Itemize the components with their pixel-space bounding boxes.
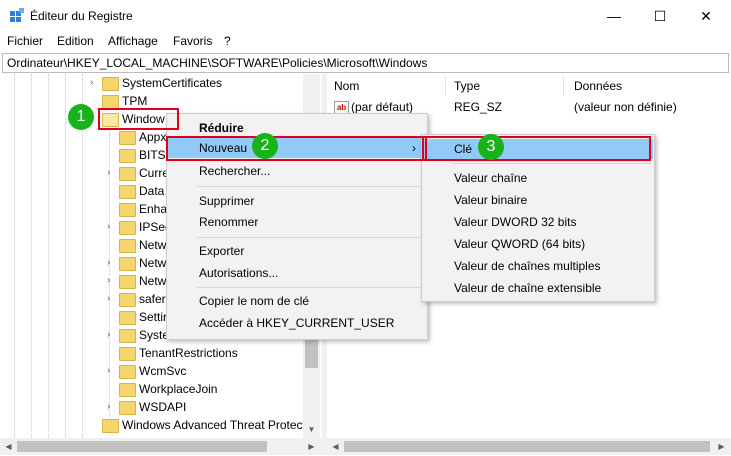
menu-favoris[interactable]: Favoris xyxy=(173,34,212,48)
folder-icon xyxy=(119,311,136,325)
window-title: Éditeur du Registre xyxy=(30,9,133,23)
address-bar[interactable]: Ordinateur\HKEY_LOCAL_MACHINE\SOFTWARE\P… xyxy=(2,53,729,73)
chevron-right-icon[interactable]: › xyxy=(107,398,110,416)
folder-icon xyxy=(119,365,136,379)
folder-icon xyxy=(119,401,136,415)
menu-item-acceder-hkcu[interactable]: Accéder à HKEY_CURRENT_USER xyxy=(168,313,426,333)
maximize-button[interactable]: ☐ xyxy=(637,0,683,32)
title-bar: Éditeur du Registre — ☐ ✕ xyxy=(0,0,731,32)
menu-item-autorisations[interactable]: Autorisations... xyxy=(168,263,426,283)
column-header-name[interactable]: Nom xyxy=(334,79,359,93)
submenu-item-valeur-binaire[interactable]: Valeur binaire xyxy=(423,190,653,210)
column-header-data[interactable]: Données xyxy=(574,79,622,93)
callout-box-windows xyxy=(98,108,179,130)
scroll-right-icon[interactable]: ▶ xyxy=(713,438,730,455)
folder-icon xyxy=(102,419,119,433)
step-badge-1: 1 xyxy=(68,104,94,130)
folder-icon xyxy=(119,203,136,217)
folder-icon xyxy=(102,77,119,91)
menu-affichage[interactable]: Affichage xyxy=(108,34,158,48)
menu-fichier[interactable]: Fichier xyxy=(7,34,43,48)
menu-item-exporter[interactable]: Exporter xyxy=(168,241,426,261)
submenu-item-chaines-multiples[interactable]: Valeur de chaînes multiples xyxy=(423,256,653,276)
submenu-item-valeur-chaine[interactable]: Valeur chaîne xyxy=(423,168,653,188)
step-badge-3: 3 xyxy=(478,134,504,160)
chevron-right-icon[interactable]: › xyxy=(107,164,110,182)
column-header-type[interactable]: Type xyxy=(454,79,480,93)
menu-edition[interactable]: Edition xyxy=(57,34,94,48)
folder-icon xyxy=(102,95,119,109)
chevron-right-icon[interactable]: › xyxy=(107,362,110,380)
tree-vertical-scroll-thumb[interactable] xyxy=(305,340,318,368)
menu-item-copier-nom-cle[interactable]: Copier le nom de clé xyxy=(168,291,426,311)
menu-help[interactable]: ? xyxy=(224,34,231,48)
chevron-right-icon[interactable]: › xyxy=(107,218,110,236)
menu-item-renommer[interactable]: Renommer xyxy=(168,212,426,232)
menu-item-reduire[interactable]: Réduire xyxy=(168,118,426,138)
callout-box-nouveau xyxy=(166,136,427,161)
folder-icon xyxy=(119,239,136,253)
values-horizontal-scroll-thumb[interactable] xyxy=(344,441,710,452)
chevron-right-icon[interactable]: › xyxy=(107,272,110,290)
scroll-right-icon[interactable]: ▶ xyxy=(303,438,320,455)
folder-icon xyxy=(119,257,136,271)
close-button[interactable]: ✕ xyxy=(683,0,729,32)
value-name: (par défaut) xyxy=(351,100,414,114)
folder-icon xyxy=(119,383,136,397)
registry-editor-icon xyxy=(10,8,24,22)
folder-icon xyxy=(119,275,136,289)
menu-bar: Fichier Edition Affichage Favoris ? xyxy=(0,32,731,52)
scroll-down-icon[interactable]: ▼ xyxy=(303,421,320,438)
folder-icon xyxy=(119,167,136,181)
folder-icon xyxy=(119,347,136,361)
menu-item-supprimer[interactable]: Supprimer xyxy=(168,191,426,211)
scroll-left-icon[interactable]: ◀ xyxy=(0,438,17,455)
callout-box-cle xyxy=(422,136,651,161)
folder-icon xyxy=(119,185,136,199)
folder-icon xyxy=(119,329,136,343)
folder-icon xyxy=(119,293,136,307)
folder-icon xyxy=(119,131,136,145)
value-type: REG_SZ xyxy=(454,100,503,114)
chevron-right-icon[interactable]: › xyxy=(107,326,110,344)
tree-horizontal-scroll-thumb[interactable] xyxy=(17,441,267,452)
step-badge-2: 2 xyxy=(252,133,278,159)
submenu-item-qword[interactable]: Valeur QWORD (64 bits) xyxy=(423,234,653,254)
chevron-right-icon[interactable]: › xyxy=(107,254,110,272)
submenu-item-chaine-extensible[interactable]: Valeur de chaîne extensible xyxy=(423,278,653,298)
value-data: (valeur non définie) xyxy=(574,100,677,114)
scroll-left-icon[interactable]: ◀ xyxy=(327,438,344,455)
folder-icon xyxy=(119,221,136,235)
minimize-button[interactable]: — xyxy=(591,0,637,32)
menu-item-rechercher[interactable]: Rechercher... xyxy=(168,161,426,181)
address-path: Ordinateur\HKEY_LOCAL_MACHINE\SOFTWARE\P… xyxy=(7,56,428,70)
chevron-right-icon[interactable]: › xyxy=(107,290,110,308)
folder-icon xyxy=(119,149,136,163)
chevron-right-icon[interactable]: › xyxy=(90,74,93,92)
submenu-item-dword[interactable]: Valeur DWORD 32 bits xyxy=(423,212,653,232)
